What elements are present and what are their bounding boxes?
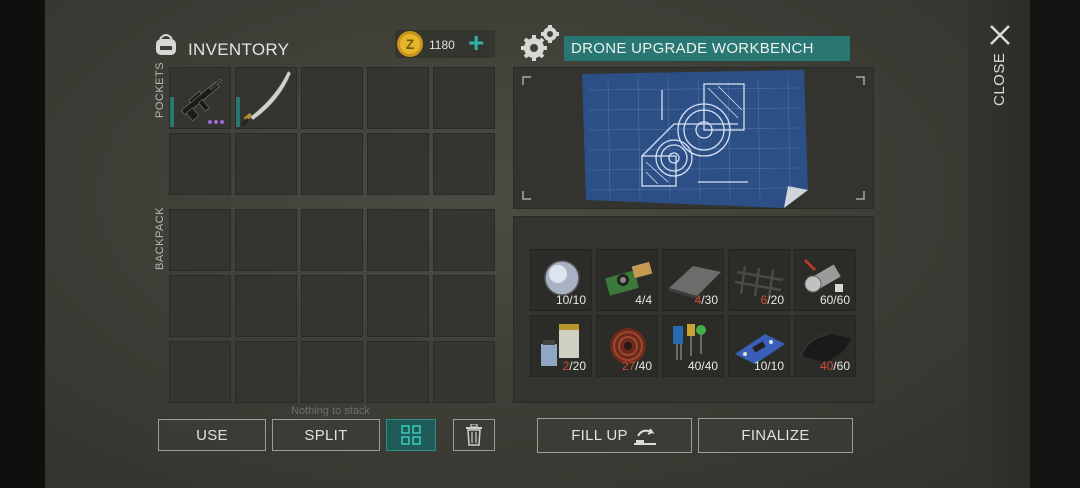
material-need-count: 20 bbox=[770, 293, 784, 307]
material-count: 4/30 bbox=[695, 293, 718, 307]
material-need-count: 60 bbox=[836, 359, 850, 373]
pocket-slot[interactable] bbox=[367, 67, 429, 129]
coin-icon: Z bbox=[397, 31, 423, 57]
material-slot[interactable]: 40/60 bbox=[794, 315, 856, 377]
backpack-slot[interactable] bbox=[433, 341, 495, 403]
material-have-count: 4 bbox=[635, 293, 642, 307]
trash-icon bbox=[466, 424, 482, 446]
material-count: 6/20 bbox=[761, 293, 784, 307]
assault-rifle-icon[interactable] bbox=[170, 67, 232, 129]
material-count: 2/20 bbox=[563, 359, 586, 373]
material-count: 10/10 bbox=[754, 359, 784, 373]
split-button[interactable]: SPLIT bbox=[272, 419, 380, 451]
backpack-slot[interactable] bbox=[235, 209, 297, 271]
material-slot[interactable]: 27/40 bbox=[596, 315, 658, 377]
workbench-title: DRONE UPGRADE WORKBENCH bbox=[564, 36, 850, 61]
svg-text:Z: Z bbox=[406, 36, 415, 52]
backpack-slot[interactable] bbox=[367, 341, 429, 403]
backpack-slot[interactable] bbox=[433, 275, 495, 337]
gear-blueprint-icon bbox=[582, 70, 808, 208]
material-need-count: 40 bbox=[704, 359, 718, 373]
material-count: 27/40 bbox=[622, 359, 652, 373]
screen-bezel-left bbox=[0, 0, 45, 488]
material-need-count: 40 bbox=[638, 359, 652, 373]
material-count: 40/40 bbox=[688, 359, 718, 373]
material-count: 4/4 bbox=[635, 293, 652, 307]
fill-up-label: FILL UP bbox=[571, 427, 628, 444]
currency-amount: 1180 bbox=[429, 38, 455, 52]
pocket-slot[interactable] bbox=[367, 133, 429, 195]
screen-bezel-right bbox=[1030, 0, 1080, 488]
add-currency-button[interactable]: + bbox=[468, 27, 484, 59]
material-slot[interactable]: 6/20 bbox=[728, 249, 790, 311]
backpack-slot[interactable] bbox=[169, 275, 231, 337]
pocket-slot[interactable] bbox=[433, 67, 495, 129]
backpack-slot[interactable] bbox=[433, 209, 495, 271]
material-have-count: 60 bbox=[819, 293, 834, 307]
backpack-slot[interactable] bbox=[169, 341, 231, 403]
material-need-count: 10 bbox=[572, 293, 586, 307]
backpack-slot[interactable] bbox=[169, 209, 231, 271]
material-have-count: 27 bbox=[621, 359, 636, 373]
backpack-label: BACKPACK bbox=[154, 206, 166, 270]
material-have-count: 40 bbox=[687, 359, 702, 373]
trash-button[interactable] bbox=[453, 419, 495, 451]
material-slot[interactable]: 60/60 bbox=[794, 249, 856, 311]
material-count: 40/60 bbox=[820, 359, 850, 373]
material-count: 60/60 bbox=[820, 293, 850, 307]
backpack-slot[interactable] bbox=[301, 275, 363, 337]
pockets-label: POCKETS bbox=[154, 61, 166, 118]
material-need-count: 30 bbox=[704, 293, 718, 307]
material-slot[interactable]: 4/4 bbox=[596, 249, 658, 311]
backpack-slot[interactable] bbox=[301, 341, 363, 403]
material-need-count: 10 bbox=[770, 359, 784, 373]
material-have-count: 40 bbox=[819, 359, 834, 373]
material-have-count: 10 bbox=[753, 359, 768, 373]
pocket-slot[interactable] bbox=[301, 133, 363, 195]
material-count: 10/10 bbox=[556, 293, 586, 307]
fill-up-button[interactable]: FILL UP bbox=[537, 418, 692, 453]
backpack-slot[interactable] bbox=[367, 209, 429, 271]
backpack-slot[interactable] bbox=[301, 209, 363, 271]
close-label[interactable]: CLOSE bbox=[991, 53, 1008, 106]
backpack-slot[interactable] bbox=[235, 275, 297, 337]
gears-icon bbox=[521, 25, 559, 61]
katana-icon[interactable] bbox=[236, 67, 298, 129]
material-slot[interactable]: 40/40 bbox=[662, 315, 724, 377]
material-need-count: 20 bbox=[572, 359, 586, 373]
material-slot[interactable]: 4/30 bbox=[662, 249, 724, 311]
finalize-button[interactable]: FINALIZE bbox=[698, 418, 853, 453]
material-slot[interactable]: 2/20 bbox=[530, 315, 592, 377]
backpack-slot[interactable] bbox=[367, 275, 429, 337]
backpack-slot[interactable] bbox=[235, 341, 297, 403]
material-need-count: 60 bbox=[836, 293, 850, 307]
grid-view-icon bbox=[401, 425, 421, 445]
use-button[interactable]: USE bbox=[158, 419, 266, 451]
material-have-count: 10 bbox=[555, 293, 570, 307]
pocket-slot[interactable] bbox=[301, 67, 363, 129]
material-slot[interactable]: 10/10 bbox=[530, 249, 592, 311]
grid-view-button[interactable] bbox=[386, 419, 436, 451]
close-icon[interactable] bbox=[989, 24, 1011, 46]
fill-up-icon bbox=[633, 427, 656, 445]
material-need-count: 4 bbox=[645, 293, 652, 307]
material-slot[interactable]: 10/10 bbox=[728, 315, 790, 377]
backpack-icon bbox=[156, 34, 176, 55]
pocket-slot[interactable] bbox=[433, 133, 495, 195]
inventory-title: INVENTORY bbox=[188, 40, 290, 59]
stack-hint: Nothing to stack bbox=[291, 405, 370, 417]
pocket-slot[interactable] bbox=[169, 133, 231, 195]
pocket-slot[interactable] bbox=[235, 133, 297, 195]
